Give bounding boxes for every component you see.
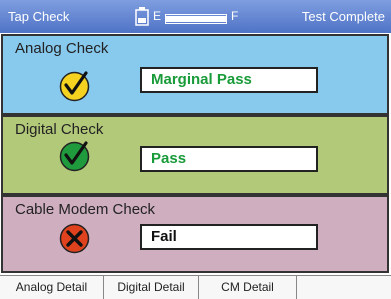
digital-check-heading: Digital Check [15, 121, 104, 138]
detail-tab-bar: Analog Detail Digital Detail CM Detail [0, 275, 391, 299]
tab-cm-detail[interactable]: CM Detail [199, 276, 297, 299]
fail-red-icon [59, 223, 90, 254]
battery-full-label: F [231, 9, 239, 23]
analog-result: Marginal Pass [140, 67, 318, 93]
tab-analog-detail[interactable]: Analog Detail [0, 276, 104, 299]
battery-indicator: E F [135, 4, 245, 28]
app-title: Tap Check [8, 9, 70, 24]
digital-check-panel: Digital Check Pass [1, 115, 389, 195]
cable-modem-check-heading: Cable Modem Check [15, 201, 156, 218]
title-bar: Tap Check E F Test Complete [0, 0, 391, 33]
battery-icon [135, 7, 149, 26]
analog-check-panel: Analog Check Marginal Pass [1, 34, 389, 115]
check-yellow-icon [59, 71, 90, 102]
test-status: Test Complete [301, 9, 385, 24]
tab-empty[interactable] [297, 276, 391, 299]
battery-empty-label: E [153, 9, 162, 23]
tab-digital-detail[interactable]: Digital Detail [104, 276, 199, 299]
analog-check-heading: Analog Check [15, 40, 109, 57]
digital-result: Pass [140, 146, 318, 172]
cable-modem-check-panel: Cable Modem Check Fail [1, 195, 389, 273]
cable-modem-result: Fail [140, 224, 318, 250]
battery-bar-fill [165, 16, 227, 22]
battery-bar [165, 16, 227, 22]
check-green-icon [59, 141, 90, 172]
